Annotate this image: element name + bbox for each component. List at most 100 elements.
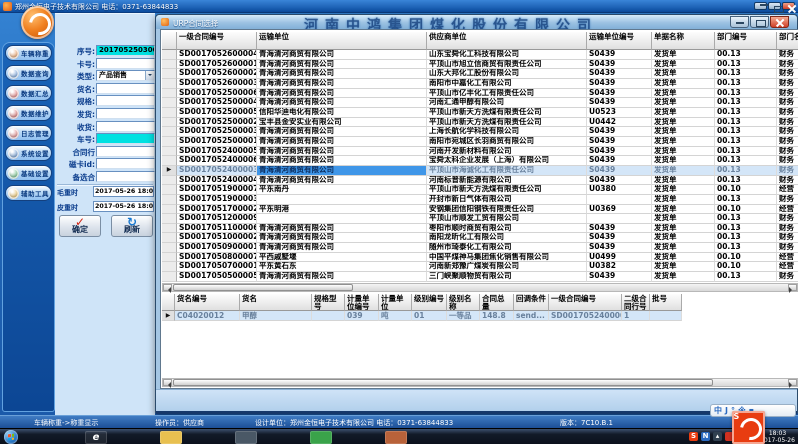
cell[interactable]: 青海清河商贸有限公司 bbox=[257, 272, 427, 282]
chevron-down-icon[interactable] bbox=[145, 71, 154, 80]
cell[interactable]: 平东黄石东 bbox=[257, 262, 427, 272]
cell[interactable]: SD0017051000002 bbox=[177, 233, 257, 243]
cell[interactable]: 经营 bbox=[777, 205, 798, 215]
cell[interactable]: 发货单 bbox=[652, 205, 715, 215]
cell[interactable]: 发货单 bbox=[652, 60, 715, 70]
cell[interactable]: SD0017052500005 bbox=[177, 108, 257, 118]
sidebar-item-7[interactable]: 基础设置 bbox=[5, 165, 52, 181]
cell[interactable]: 青海清河商贸有限公司 bbox=[257, 137, 427, 147]
cell[interactable]: 财务 bbox=[777, 224, 798, 234]
cell[interactable]: 00.13 bbox=[715, 176, 777, 186]
cell[interactable]: 00.10 bbox=[715, 253, 777, 263]
cell[interactable]: 青海清河商贸有限公司 bbox=[257, 243, 427, 253]
cell[interactable]: 发货单 bbox=[652, 195, 715, 205]
cell[interactable]: 青海清河商贸有限公司 bbox=[257, 147, 427, 157]
cell[interactable]: 山东宝舜化工科技有限公司 bbox=[427, 50, 587, 60]
cell[interactable]: 青海清河商贸有限公司 bbox=[257, 79, 427, 89]
cell[interactable]: 河南开发新材料有限公司 bbox=[427, 147, 587, 157]
cell[interactable]: 平顶山市亿丰化工有限责任公司 bbox=[427, 89, 587, 99]
cell[interactable]: S0439 bbox=[587, 50, 652, 60]
cell[interactable]: 00.13 bbox=[715, 79, 777, 89]
column-header[interactable]: 合同总量 bbox=[480, 294, 514, 311]
cell[interactable] bbox=[257, 214, 427, 224]
cell[interactable]: S0439 bbox=[587, 89, 652, 99]
hidden-icons-chevron[interactable]: ▴ bbox=[713, 432, 722, 441]
cell[interactable]: SD0017052600003 bbox=[177, 79, 257, 89]
cell[interactable]: SD0017050500005 bbox=[177, 272, 257, 282]
cell[interactable]: 平顶山市海诚化工有限责任公司 bbox=[427, 166, 587, 176]
cell[interactable]: 发货单 bbox=[652, 50, 715, 60]
table-row[interactable]: SD0017051000002青海清河商贸有限公司南阳龙昕化工有限公司S0439… bbox=[162, 233, 798, 243]
cell[interactable]: 00.13 bbox=[715, 156, 777, 166]
cell[interactable]: 00.13 bbox=[715, 118, 777, 128]
scrollbar-thumb[interactable] bbox=[173, 284, 353, 291]
cell[interactable]: S0439 bbox=[587, 69, 652, 79]
cell[interactable]: 财务 bbox=[777, 176, 798, 186]
cell[interactable]: 发货单 bbox=[652, 89, 715, 99]
cell[interactable]: 平顶山市新天方洗煤有限责任公司 bbox=[427, 185, 587, 195]
column-header[interactable]: 货名 bbox=[240, 294, 312, 311]
dialog-minimize-icon[interactable] bbox=[730, 16, 749, 28]
table-row[interactable]: ▶SD0017052400003青海清河商贸有限公司平顶山市海诚化工有限责任公司… bbox=[162, 166, 798, 176]
cell[interactable]: 财务 bbox=[777, 137, 798, 147]
cell[interactable]: S0439 bbox=[587, 60, 652, 70]
cell[interactable]: S0439 bbox=[587, 176, 652, 186]
cell[interactable]: SD0017052600001 bbox=[177, 60, 257, 70]
cell[interactable]: 发货单 bbox=[652, 127, 715, 137]
cell[interactable]: 青海清河商贸有限公司 bbox=[257, 60, 427, 70]
gross-time-value[interactable]: 2017-05-26 18:0 bbox=[93, 186, 154, 197]
folder-icon[interactable] bbox=[160, 431, 182, 444]
cell[interactable] bbox=[587, 214, 652, 224]
cell[interactable]: SD0017050900001 bbox=[177, 243, 257, 253]
shape-mode-icon[interactable]: J bbox=[725, 405, 728, 416]
cell[interactable]: 00.10 bbox=[715, 205, 777, 215]
table-row[interactable]: SD0017052400005青海清河商贸有限公司河南开发新材料有限公司S043… bbox=[162, 147, 798, 157]
cell[interactable]: SD0017052400003 bbox=[549, 311, 622, 321]
cell[interactable]: SD0017052500002 bbox=[177, 118, 257, 128]
cell[interactable]: 财务 bbox=[777, 195, 798, 205]
sidebar-item-2[interactable]: 数据查询 bbox=[5, 65, 52, 81]
form-field-10[interactable] bbox=[96, 158, 155, 169]
cell[interactable]: 随州市琦泰化工有限公司 bbox=[427, 243, 587, 253]
cell[interactable]: S0439 bbox=[587, 156, 652, 166]
cell[interactable]: S0439 bbox=[587, 272, 652, 282]
cell[interactable]: 南阳市宛城区长羽商贸有限公司 bbox=[427, 137, 587, 147]
cell[interactable]: S0439 bbox=[587, 98, 652, 108]
table-row[interactable]: SD0017052600003青海清河商贸有限公司南阳市中嘉化工有限公司S043… bbox=[162, 79, 798, 89]
cell[interactable]: 财务 bbox=[777, 233, 798, 243]
column-header[interactable]: 部门名称 bbox=[777, 32, 798, 50]
cell[interactable]: S0439 bbox=[587, 224, 652, 234]
cell[interactable]: 财务 bbox=[777, 98, 798, 108]
table-row[interactable]: SD0017052600004青海清河商贸有限公司山东宝舜化工科技有限公司S04… bbox=[162, 50, 798, 60]
table-row[interactable]: SD0017050700001平东黄石东河南新郑豫广煤炭有限公司U0382发货单… bbox=[162, 262, 798, 272]
cell[interactable]: 00.13 bbox=[715, 272, 777, 282]
cell[interactable] bbox=[257, 195, 427, 205]
cell[interactable]: 中国平煤神马集团焦化销售有限公司 bbox=[427, 253, 587, 263]
cell[interactable]: 河南汇通甲醇有限公司 bbox=[427, 98, 587, 108]
sogou-tray-icon[interactable]: S bbox=[689, 432, 698, 441]
cell[interactable]: 00.13 bbox=[715, 195, 777, 205]
cell[interactable]: 宝丰县金安实业有限公司 bbox=[257, 118, 427, 128]
cell[interactable]: 财务 bbox=[777, 156, 798, 166]
cell[interactable]: S0439 bbox=[587, 166, 652, 176]
cell[interactable]: SD0017052600002 bbox=[177, 69, 257, 79]
cell[interactable]: 00.10 bbox=[715, 185, 777, 195]
cell[interactable]: U0499 bbox=[587, 253, 652, 263]
dialog-close-icon[interactable] bbox=[770, 16, 789, 28]
cell[interactable]: 枣阳市顺时商贸有限公司 bbox=[427, 224, 587, 234]
table-row[interactable]: SD0017052600002青海清河商贸有限公司山东大邦化工股份有限公司S04… bbox=[162, 69, 798, 79]
dialog-titlebar[interactable]: URP合同选择 河南中鸿集团煤化股份有限公司 bbox=[156, 15, 797, 29]
cell[interactable]: 发货单 bbox=[652, 69, 715, 79]
chinese-mode-icon[interactable]: 中 bbox=[714, 405, 722, 416]
cell[interactable]: 青海清河商贸有限公司 bbox=[257, 98, 427, 108]
cell[interactable]: U0380 bbox=[587, 185, 652, 195]
cell[interactable]: 00.13 bbox=[715, 108, 777, 118]
table-row[interactable]: SD0017052500004青海清河商贸有限公司河南汇通甲醇有限公司S0439… bbox=[162, 98, 798, 108]
cell[interactable]: 甲醇 bbox=[240, 311, 312, 321]
cell[interactable]: 开封市新日气体有限公司 bbox=[427, 195, 587, 205]
cell[interactable]: U0382 bbox=[587, 262, 652, 272]
cell[interactable]: 00.13 bbox=[715, 50, 777, 60]
table-row[interactable]: SD0017052500006青海清河商贸有限公司平顶山市亿丰化工有限责任公司S… bbox=[162, 89, 798, 99]
cell[interactable]: S0439 bbox=[587, 127, 652, 137]
cell[interactable]: 00.13 bbox=[715, 137, 777, 147]
